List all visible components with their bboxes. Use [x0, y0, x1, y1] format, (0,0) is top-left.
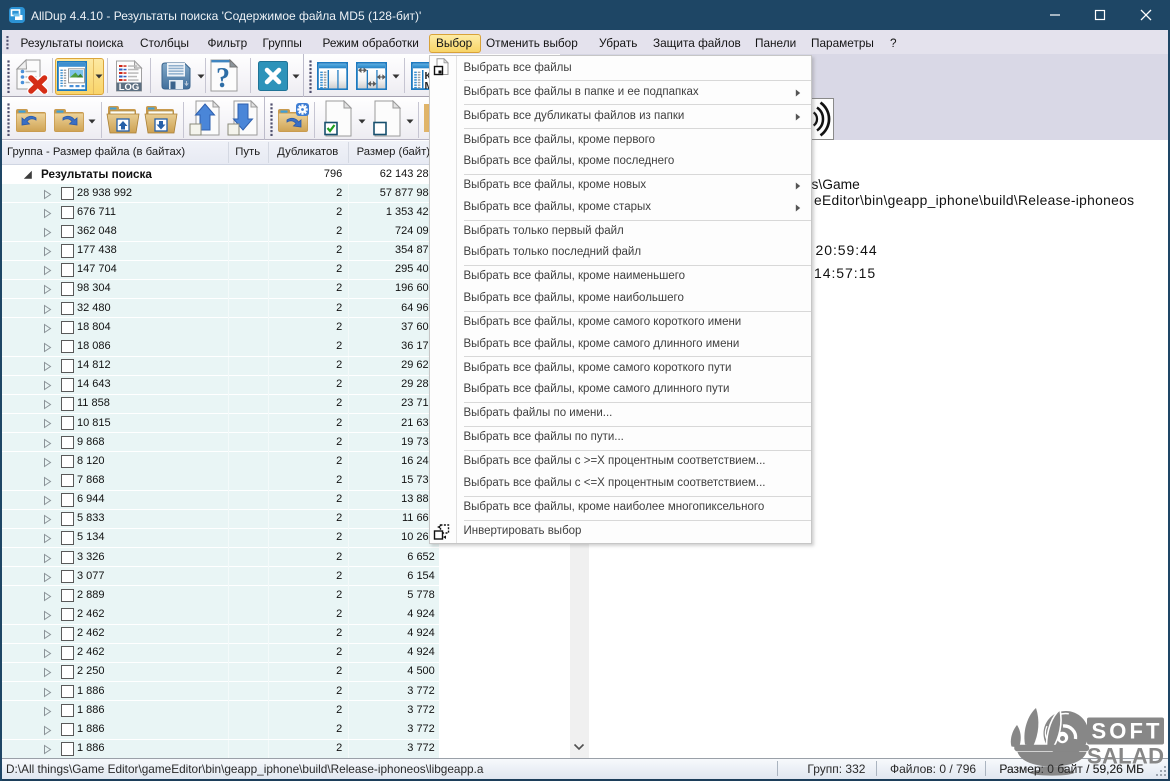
svg-text:SOFT: SOFT [1092, 719, 1161, 744]
svg-text:LOG: LOG [119, 82, 140, 92]
svg-text:?: ? [216, 63, 230, 93]
